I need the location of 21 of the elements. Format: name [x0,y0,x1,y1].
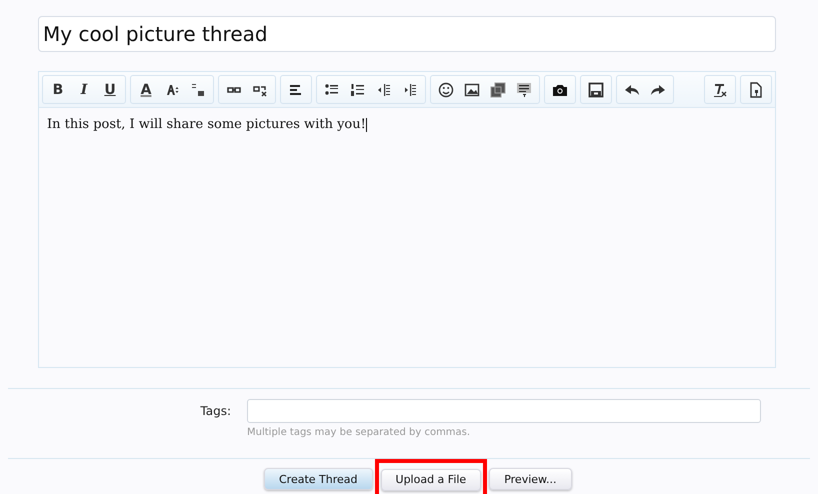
format-button[interactable]: A [133,76,159,103]
save-icon [588,82,604,98]
numbered-list-icon [350,82,366,98]
format-button[interactable]: U [97,76,123,103]
image-icon [464,82,480,98]
format-button[interactable]: B [45,76,71,103]
clear-format-icon [712,82,728,98]
bullet-list-icon [324,82,340,98]
outdent-icon [376,82,392,98]
tags-label: Tags: [199,403,232,420]
indent-icon [402,82,418,98]
action-button[interactable]: Upload a File [380,468,482,490]
action-button[interactable]: Create Thread [264,468,373,490]
title-field[interactable]: My cool picture thread [38,16,776,52]
tags-field[interactable] [247,399,761,423]
tags-hint: Multiple tags may be separated by commas. [247,427,472,438]
editor-text[interactable]: In this post, I will share some pictures with you! [39,108,775,141]
smiley-icon [438,82,454,98]
action-button[interactable]: Preview... [489,468,572,490]
format-button[interactable]: I [71,76,97,103]
document-icon [516,82,532,98]
